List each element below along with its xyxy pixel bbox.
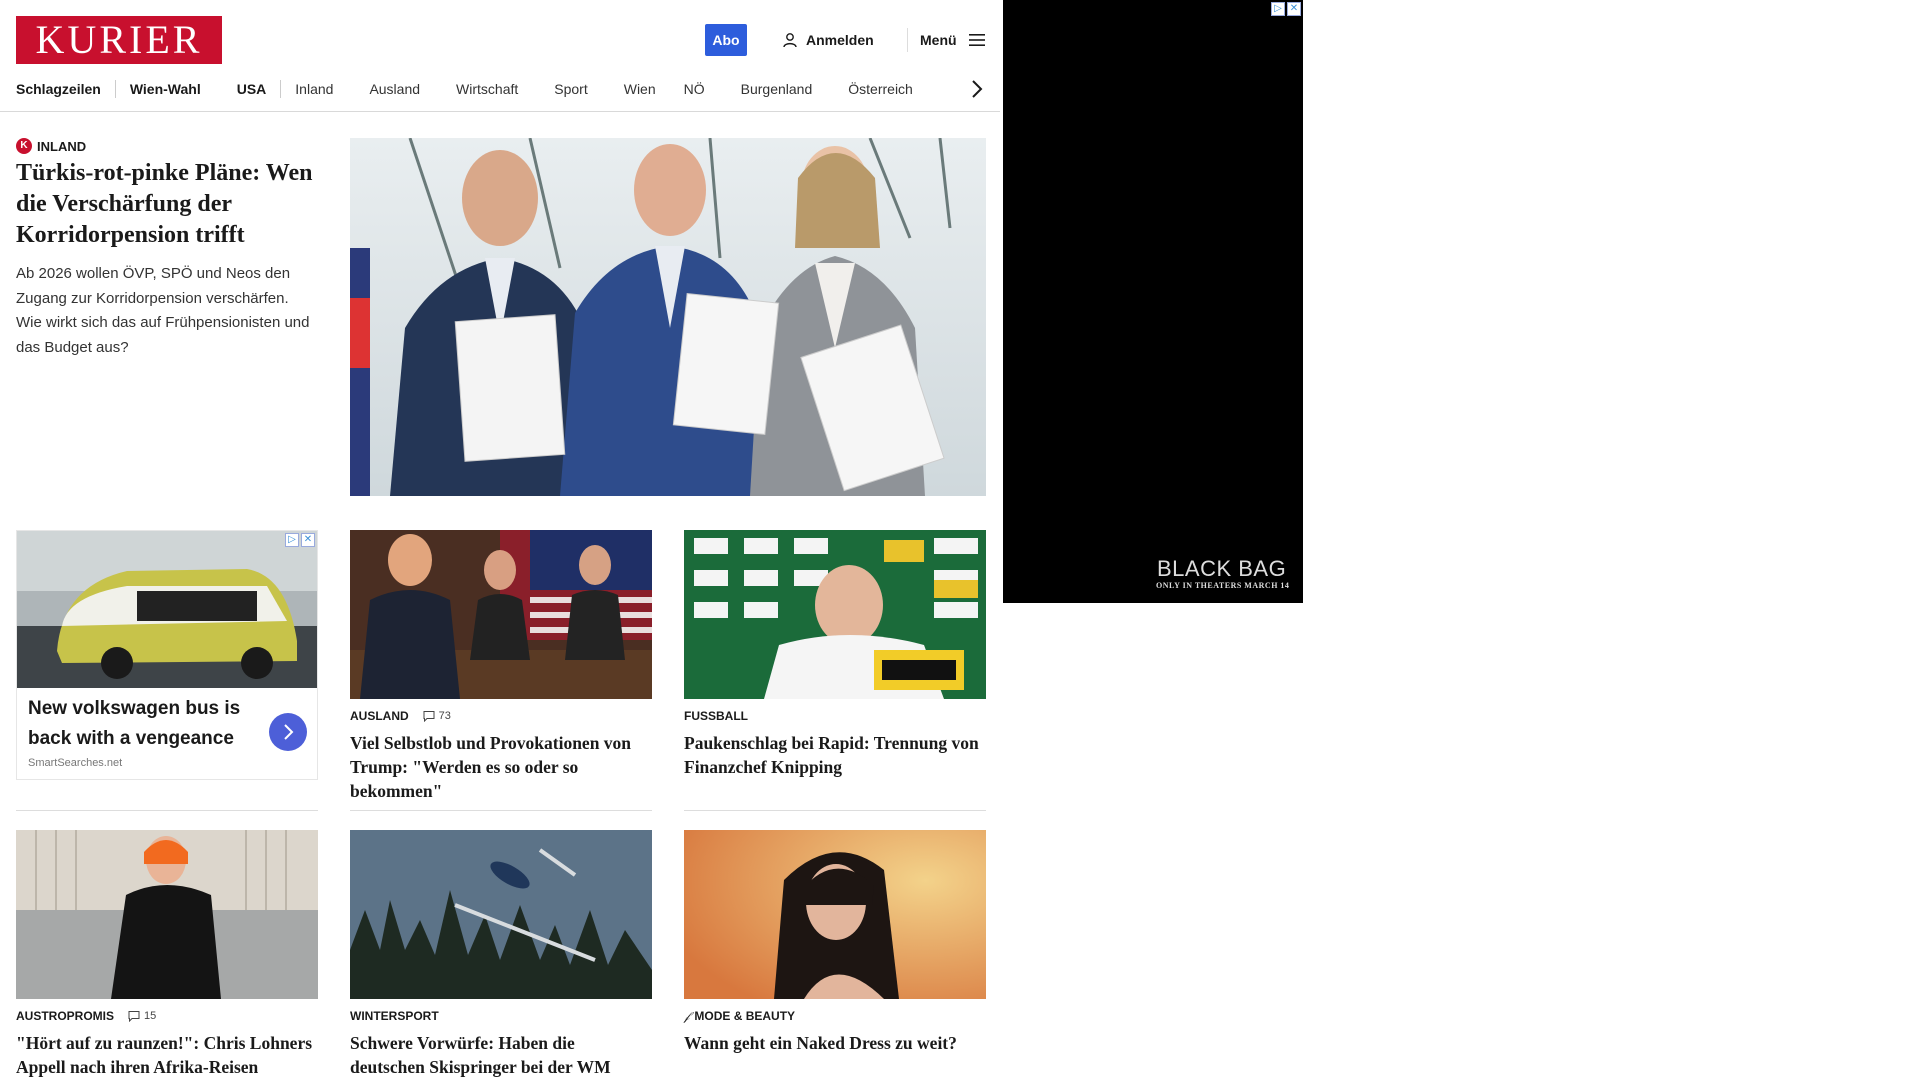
trump-photo (350, 530, 652, 699)
nav-item-wien[interactable]: Wien (624, 81, 656, 97)
row-divider (16, 810, 318, 811)
article-meta: Fussball (684, 708, 986, 724)
nav-item-oesterreich[interactable]: Österreich (848, 81, 913, 97)
side-banner-ad[interactable]: ▷ ✕ BLACK BAG ONLY IN THEATERS MARCH 14 (1003, 0, 1303, 603)
article-card[interactable]: Wintersport Schwere Vorwürfe: Haben die … (350, 830, 652, 1080)
vw-bus-photo (17, 531, 317, 688)
adchoices[interactable]: ▷ ✕ (285, 533, 315, 547)
login-link[interactable]: Anmelden (782, 30, 874, 50)
article-title[interactable]: Paukenschlag bei Rapid: Trennung von Fin… (684, 731, 986, 779)
comment-count[interactable]: 73 (423, 710, 451, 722)
hero-category[interactable]: K Inland (16, 138, 86, 154)
article-card[interactable]: Austropromis 15 "Hört auf zu raunzen!": … (16, 830, 318, 1079)
comment-icon (128, 1011, 140, 1022)
nav-item-inland[interactable]: Inland (295, 81, 333, 97)
ad-brand: BLACK BAG (1157, 556, 1287, 581)
nav-item-wirtschaft[interactable]: Wirtschaft (456, 81, 518, 97)
nav-divider (114, 80, 116, 98)
article-category[interactable]: Fussball (684, 709, 748, 723)
hero-image[interactable] (350, 138, 986, 496)
nav-divider (280, 80, 282, 98)
rapid-press-photo (684, 530, 986, 699)
nav-item-ausland[interactable]: Ausland (369, 81, 420, 97)
feather-icon: 𝒻 (684, 1008, 690, 1023)
article-meta: 𝒻 Mode & Beauty (684, 1008, 986, 1024)
article-card[interactable]: 𝒻 Mode & Beauty Wann geht ein Naked Dres… (684, 830, 986, 1055)
article-title[interactable]: Schwere Vorwürfe: Haben die deutschen Sk… (350, 1031, 652, 1080)
section-nav: Schlagzeilen Wien-Wahl USA Inland Auslan… (0, 76, 1000, 112)
fashion-photo (684, 830, 986, 999)
skijumper-photo (350, 830, 652, 999)
article-title[interactable]: "Hört auf zu raunzen!": Chris Lohners Ap… (16, 1031, 318, 1079)
article-meta: Wintersport (350, 1008, 652, 1024)
row-divider (350, 810, 652, 811)
hero-photo (350, 138, 986, 496)
nav-item-sport[interactable]: Sport (554, 81, 587, 97)
menu-label: Menü (920, 32, 957, 48)
row-divider (684, 810, 986, 811)
article-meta: Ausland 73 (350, 708, 652, 724)
adchoices[interactable]: ▷ ✕ (1271, 2, 1301, 16)
close-icon[interactable]: ✕ (1287, 2, 1301, 16)
kurier-page: KURIER Abo Anmelden Menü Schlagzeilen Wi… (0, 0, 1000, 1080)
article-image (684, 530, 986, 699)
abo-button[interactable]: Abo (705, 24, 747, 56)
comment-icon (423, 711, 435, 722)
article-image (350, 830, 652, 999)
article-meta: Austropromis 15 (16, 1008, 318, 1024)
article-image (16, 830, 318, 999)
nav-item-wien-wahl[interactable]: Wien-Wahl (130, 81, 201, 97)
ad-image: ▷ ✕ (17, 531, 317, 688)
comment-count[interactable]: 15 (128, 1010, 156, 1022)
article-image (684, 830, 986, 999)
chevron-right-icon[interactable] (968, 78, 986, 100)
comment-count-value: 73 (438, 710, 451, 722)
nav-item-noe[interactable]: NÖ (684, 81, 705, 97)
hero-category-label: Inland (37, 138, 87, 154)
login-label: Anmelden (806, 32, 874, 48)
adchoices-icon[interactable]: ▷ (285, 533, 299, 547)
close-icon[interactable]: ✕ (301, 533, 315, 547)
nav-item-schlagzeilen[interactable]: Schlagzeilen (16, 81, 101, 97)
article-image (350, 530, 652, 699)
nav-item-burgenland[interactable]: Burgenland (741, 81, 813, 97)
header: KURIER Abo Anmelden Menü (0, 0, 1000, 80)
article-category[interactable]: Wintersport (350, 1009, 439, 1023)
lohner-photo (16, 830, 318, 999)
article-title[interactable]: Wann geht ein Naked Dress zu weit? (684, 1031, 986, 1055)
hero-teaser: Ab 2026 wollen ÖVP, SPÖ und Neos den Zug… (16, 265, 310, 356)
ad-headline[interactable]: New volkswagen bus is back with a vengea… (28, 694, 258, 754)
sponsored-ad-card[interactable]: ▷ ✕ New volkswagen bus is back with a ve… (16, 530, 318, 780)
article-category[interactable]: Ausland (350, 709, 409, 723)
ad-arrow-button[interactable] (269, 713, 307, 751)
ad-tagline: ONLY IN THEATERS MARCH 14 (1156, 581, 1290, 590)
ad-source: SmartSearches.net (28, 757, 123, 769)
nav-item-usa[interactable]: USA (237, 81, 267, 97)
header-divider (907, 28, 908, 52)
article-title[interactable]: Viel Selbstlob und Provokationen von Tru… (350, 731, 652, 803)
user-icon (783, 33, 797, 48)
kurier-plus-badge: K (16, 138, 32, 154)
comment-count-value: 15 (144, 1010, 157, 1022)
article-card[interactable]: Ausland 73 Viel Selbstlob und Provokatio… (350, 530, 652, 803)
hero-headline[interactable]: Türkis-rot-pinke Pläne: Wen die Verschär… (16, 158, 316, 251)
adchoices-icon[interactable]: ▷ (1271, 2, 1285, 16)
chevron-right-icon (284, 724, 294, 740)
article-category[interactable]: Austropromis (16, 1009, 114, 1023)
kurier-logo[interactable]: KURIER (16, 16, 222, 64)
menu-button[interactable]: Menü (920, 30, 985, 50)
hamburger-icon (968, 34, 985, 46)
article-card[interactable]: Fussball Paukenschlag bei Rapid: Trennun… (684, 530, 986, 779)
article-category[interactable]: Mode & Beauty (694, 1009, 795, 1023)
